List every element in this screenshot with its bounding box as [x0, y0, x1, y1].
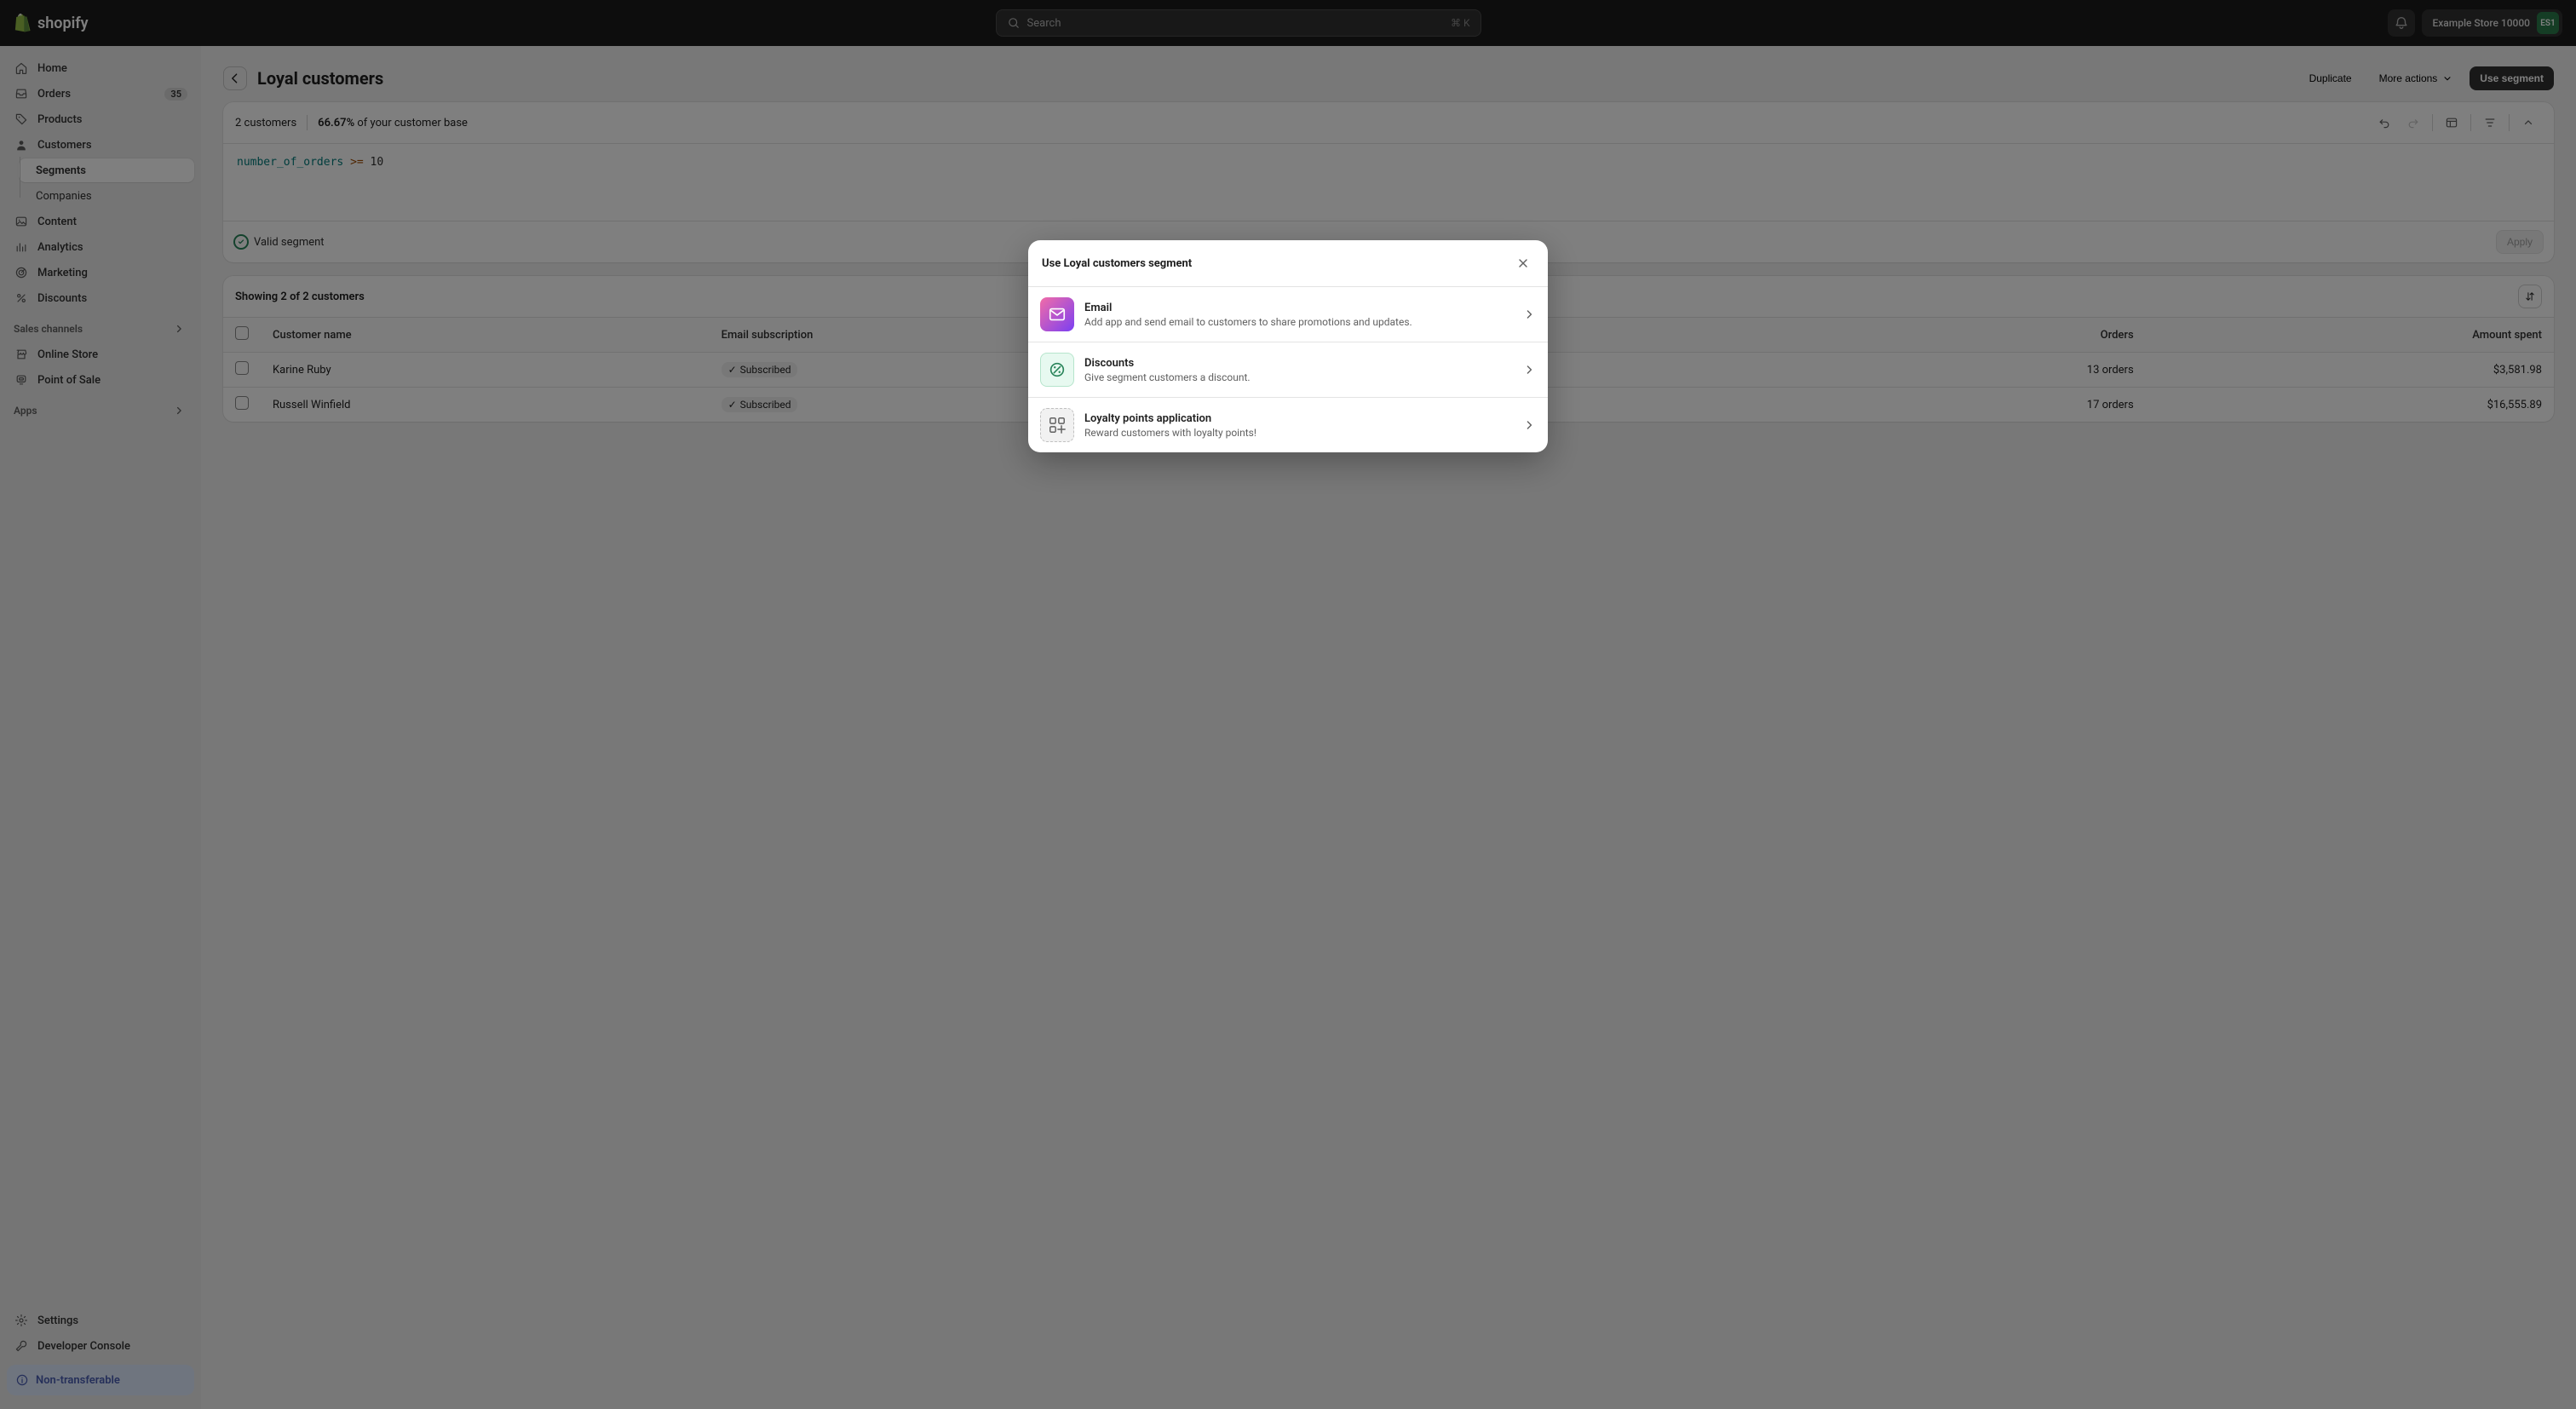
chevron-right-icon — [1522, 308, 1536, 321]
modal-item-title: Discounts — [1084, 357, 1512, 370]
discount-icon — [1040, 353, 1074, 387]
modal-item-title: Email — [1084, 302, 1512, 314]
modal-item-desc: Reward customers with loyalty points! — [1084, 427, 1512, 439]
modal-option-discounts[interactable]: Discounts Give segment customers a disco… — [1028, 342, 1548, 398]
use-segment-modal: Use Loyal customers segment Email Add ap… — [1028, 240, 1548, 452]
modal-option-email[interactable]: Email Add app and send email to customer… — [1028, 287, 1548, 342]
modal-item-title: Loyalty points application — [1084, 412, 1512, 425]
modal-title: Use Loyal customers segment — [1042, 257, 1192, 270]
modal-header: Use Loyal customers segment — [1028, 240, 1548, 287]
modal-option-app[interactable]: Loyalty points application Reward custom… — [1028, 398, 1548, 452]
email-icon — [1040, 297, 1074, 331]
close-button[interactable] — [1512, 252, 1534, 274]
modal-overlay[interactable]: Use Loyal customers segment Email Add ap… — [0, 0, 2576, 1409]
chevron-right-icon — [1522, 363, 1536, 377]
app-placeholder-icon — [1040, 408, 1074, 442]
modal-item-desc: Add app and send email to customers to s… — [1084, 316, 1512, 328]
modal-option-text: Discounts Give segment customers a disco… — [1084, 357, 1512, 383]
chevron-right-icon — [1522, 418, 1536, 432]
modal-option-text: Email Add app and send email to customer… — [1084, 302, 1512, 328]
modal-option-text: Loyalty points application Reward custom… — [1084, 412, 1512, 439]
close-icon — [1516, 256, 1530, 270]
modal-item-desc: Give segment customers a discount. — [1084, 371, 1512, 383]
